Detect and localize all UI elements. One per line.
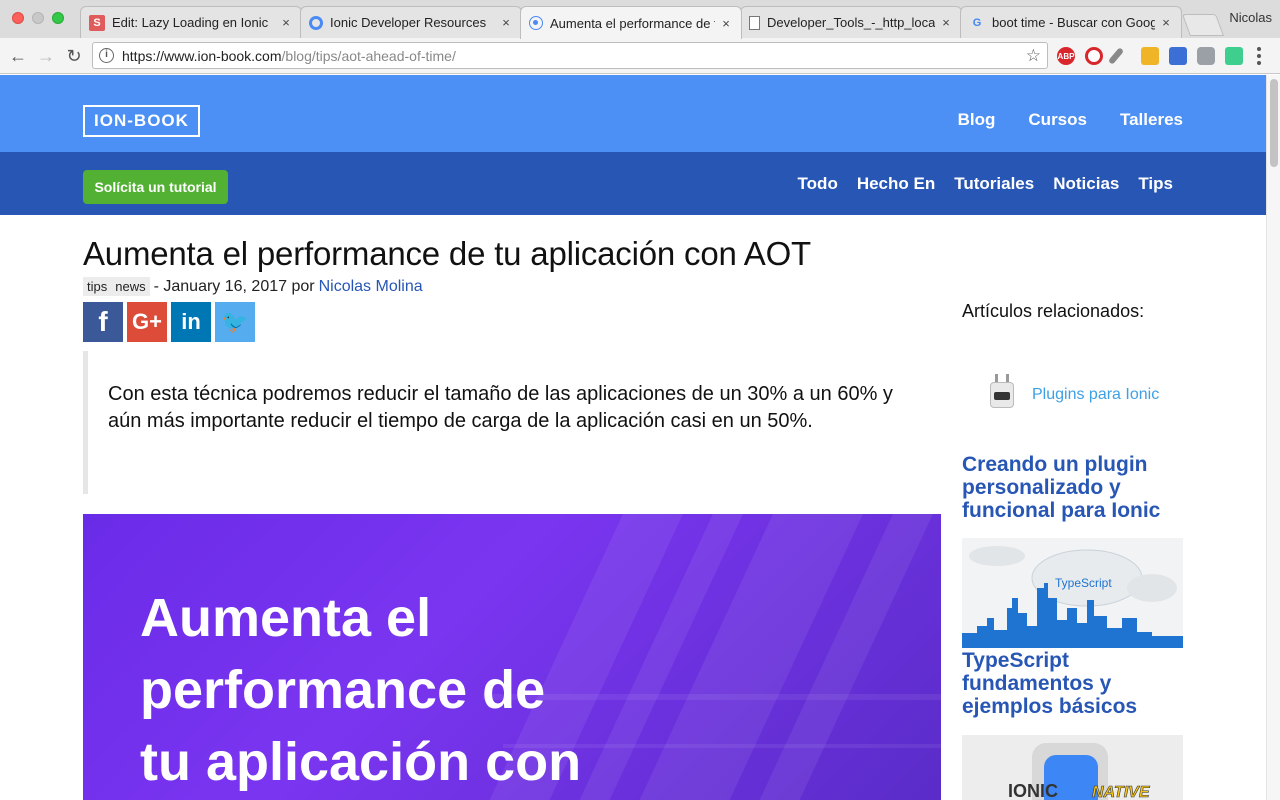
browser-toolbar: ← → ↻ i https://www.ion-book.com/blog/ti… xyxy=(0,38,1280,74)
typescript-thumbnail[interactable]: TypeScript xyxy=(962,538,1183,648)
tab-developer-tools[interactable]: Developer_Tools_-_http_locali × xyxy=(740,6,962,38)
plugins-card[interactable]: Plugins para Ionic xyxy=(962,360,1183,430)
category-nav: Todo Hecho En Tutoriales Noticias Tips xyxy=(779,174,1173,194)
article-excerpt: Con esta técnica podremos reducir el tam… xyxy=(83,351,941,494)
s-icon: S xyxy=(89,14,105,31)
address-bar[interactable]: i https://www.ion-book.com/blog/tips/aot… xyxy=(92,42,1048,69)
category-todo[interactable]: Todo xyxy=(798,174,838,194)
article-date: - January 16, 2017 por xyxy=(153,277,315,295)
linkedin-icon[interactable]: in xyxy=(171,302,211,342)
profile-name[interactable]: Nicolas xyxy=(1229,10,1272,25)
tab-ionic-developer-resources[interactable]: Ionic Developer Resources × xyxy=(300,6,522,38)
native-thumbnail-label: NATIVE xyxy=(1092,784,1151,800)
category-tips[interactable]: Tips xyxy=(1138,174,1173,194)
info-icon[interactable]: i xyxy=(99,48,114,63)
url-path: /blog/tips/aot-ahead-of-time/ xyxy=(281,47,456,64)
article-title: Aumenta el performance de tu aplicación … xyxy=(83,235,812,272)
loading-icon xyxy=(529,16,543,30)
hero-text: Aumenta el performance de tu aplicación … xyxy=(140,582,581,798)
category-hecho-en[interactable]: Hecho En xyxy=(857,174,935,194)
plugins-card-label: Plugins para Ionic xyxy=(1032,386,1160,403)
close-icon[interactable]: × xyxy=(1159,15,1173,30)
tab-boot-time-google[interactable]: G boot time - Buscar con Googl × xyxy=(960,6,1182,38)
tab-aumenta-performance[interactable]: Aumenta el performance de t × xyxy=(520,6,742,39)
ionic-native-thumbnail[interactable]: IONIC NATIVE xyxy=(962,735,1183,800)
share-buttons: f G+ in 🐦 xyxy=(83,302,255,342)
tag-tips[interactable]: tips xyxy=(83,277,112,296)
site-logo[interactable]: ION-BOOK xyxy=(83,105,200,137)
minimize-window-button[interactable] xyxy=(32,12,44,24)
site-header: ION-BOOK Blog Cursos Talleres xyxy=(0,75,1266,152)
hero-line: tu aplicación con xyxy=(140,732,582,792)
author-link[interactable]: Nicolas Molina xyxy=(319,278,423,296)
close-icon[interactable]: × xyxy=(499,15,513,30)
google-plus-icon[interactable]: G+ xyxy=(127,302,167,342)
scrollbar-thumb[interactable] xyxy=(1270,79,1278,167)
nav-talleres[interactable]: Talleres xyxy=(1120,110,1183,130)
twitter-icon[interactable]: 🐦 xyxy=(215,302,255,342)
nav-cursos[interactable]: Cursos xyxy=(1028,110,1087,130)
chart-extension-icon[interactable] xyxy=(1169,47,1187,65)
eyedropper-icon[interactable] xyxy=(1107,47,1125,65)
tab-title: Developer_Tools_-_http_locali xyxy=(767,15,935,30)
audio-extension-icon[interactable] xyxy=(1225,47,1243,65)
related-link-plugin[interactable]: Creando un plugin personalizado y funcio… xyxy=(962,453,1183,522)
tab-title: Edit: Lazy Loading en Ionic xyxy=(112,15,269,30)
category-bar: Solícita un tutorial Todo Hecho En Tutor… xyxy=(0,152,1266,215)
ionic-icon xyxy=(309,15,323,30)
page-viewport: ION-BOOK Blog Cursos Talleres Solícita u… xyxy=(0,75,1266,800)
hero-line: Aumenta el xyxy=(140,588,432,648)
category-noticias[interactable]: Noticias xyxy=(1053,174,1119,194)
camera-icon[interactable] xyxy=(1197,47,1215,65)
google-icon: G xyxy=(972,16,982,29)
hero-line: performance de xyxy=(140,660,546,720)
hero-image: Aumenta el performance de tu aplicación … xyxy=(83,514,941,800)
native-thumbnail-label: IONIC xyxy=(1008,781,1058,800)
url-host: https://www.ion-book.com xyxy=(122,47,282,64)
back-arrow-icon[interactable]: ← xyxy=(6,44,30,68)
menu-icon[interactable] xyxy=(1256,46,1262,66)
notes-extension-icon[interactable] xyxy=(1141,47,1159,65)
page-scrollbar[interactable] xyxy=(1266,75,1280,800)
adblock-plus-icon[interactable]: ABP xyxy=(1057,47,1075,65)
article-meta: tips news - January 16, 2017 por Nicolas … xyxy=(83,277,423,296)
facebook-icon[interactable]: f xyxy=(83,302,123,342)
close-icon[interactable]: × xyxy=(939,15,953,30)
nav-blog[interactable]: Blog xyxy=(958,110,996,130)
document-icon xyxy=(749,15,760,30)
plug-robot-icon xyxy=(982,370,1022,420)
typescript-thumbnail-label: TypeScript xyxy=(1055,576,1112,590)
related-heading: Artículos relacionados: xyxy=(962,301,1145,321)
main-nav: Blog Cursos Talleres xyxy=(925,110,1183,130)
tab-title: Aumenta el performance de t xyxy=(550,15,715,31)
reload-icon[interactable]: ↻ xyxy=(62,44,86,68)
tab-title: Ionic Developer Resources xyxy=(330,15,487,30)
tab-edit-lazy-loading[interactable]: S Edit: Lazy Loading en Ionic × xyxy=(80,6,302,38)
close-icon[interactable]: × xyxy=(719,16,733,31)
opera-icon[interactable] xyxy=(1085,47,1103,65)
maximize-window-button[interactable] xyxy=(52,12,64,24)
request-tutorial-button[interactable]: Solícita un tutorial xyxy=(83,170,228,204)
tab-strip: S Edit: Lazy Loading en Ionic × Ionic De… xyxy=(0,0,1280,39)
tab-title: boot time - Buscar con Googl xyxy=(992,15,1155,30)
category-tutoriales[interactable]: Tutoriales xyxy=(954,174,1034,194)
bookmark-star-icon[interactable]: ☆ xyxy=(1026,46,1041,66)
related-link-typescript[interactable]: TypeScript fundamentos y ejemplos básico… xyxy=(962,649,1183,718)
close-icon[interactable]: × xyxy=(279,15,293,30)
close-window-button[interactable] xyxy=(12,12,24,24)
new-tab-button[interactable] xyxy=(1181,14,1225,36)
tag-news[interactable]: news xyxy=(111,277,150,296)
forward-arrow-icon[interactable]: → xyxy=(34,44,58,68)
